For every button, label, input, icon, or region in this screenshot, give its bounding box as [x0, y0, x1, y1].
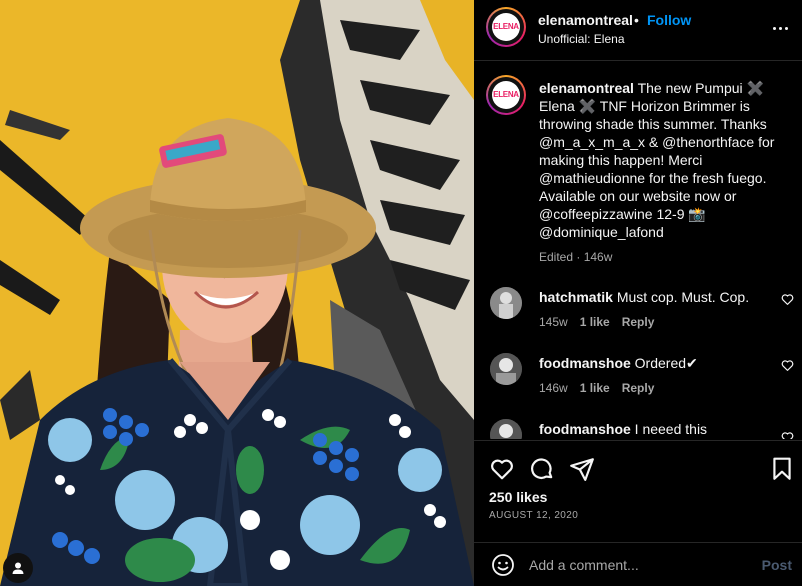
author-avatar[interactable]: ELENA — [486, 7, 526, 47]
post-details-panel: ELENA elenamontreal • Follow Unofficial:… — [474, 0, 802, 586]
comment-text: foodmanshoe Ordered✔ — [539, 355, 698, 372]
comment-heart-icon[interactable] — [781, 293, 794, 306]
caption-author-avatar[interactable]: ELENA — [486, 75, 526, 115]
comment-item: hatchmatik Must cop. Must. Cop. 145w 1 l… — [474, 287, 802, 347]
comment-likes[interactable]: 1 like — [580, 381, 610, 395]
commenter-username[interactable]: hatchmatik — [539, 289, 613, 305]
comment-meta: 146w 1 like Reply — [539, 381, 654, 395]
commenter-avatar-image — [490, 353, 522, 385]
commenter-avatar[interactable] — [490, 353, 522, 385]
commenter-avatar-image — [490, 419, 522, 439]
post-photo[interactable] — [0, 0, 474, 586]
comment-body: Ordered✔ — [634, 355, 698, 371]
reply-button[interactable]: Reply — [622, 381, 655, 395]
comment-item: foodmanshoe Ordered✔ 146w 1 like Reply — [474, 353, 802, 413]
add-comment-bar: Post — [474, 543, 802, 586]
post-date[interactable]: AUGUST 12, 2020 — [489, 510, 578, 521]
photo-image — [0, 0, 474, 586]
avatar-logo: ELENA — [491, 80, 521, 110]
follow-button[interactable]: Follow — [647, 12, 691, 28]
post-comment-button[interactable]: Post — [762, 557, 792, 573]
comment-likes[interactable]: 1 like — [580, 315, 610, 329]
comments-scroll-area[interactable]: ELENA elenamontreal The new Pumpui ✖️ El… — [474, 61, 802, 439]
comment-age: 146w — [539, 381, 568, 395]
bookmark-icon[interactable] — [769, 456, 795, 482]
comment-text: hatchmatik Must cop. Must. Cop. — [539, 289, 749, 305]
reply-button[interactable]: Reply — [622, 315, 655, 329]
likes-count[interactable]: 250 likes — [489, 489, 547, 505]
author-subtitle[interactable]: Unofficial: Elena — [538, 32, 625, 46]
comment-body: Must cop. Must. Cop. — [616, 289, 750, 305]
commenter-avatar[interactable] — [490, 419, 522, 439]
separator-dot: • — [634, 12, 639, 28]
comment-body: I neeed this — [634, 421, 708, 437]
comment-text: foodmanshoe I neeed this — [539, 421, 707, 437]
commenter-avatar-image — [490, 287, 522, 319]
caption: elenamontreal The new Pumpui ✖️ Elena ✖️… — [539, 79, 789, 241]
add-comment-input[interactable] — [529, 553, 739, 577]
comment-age: 145w — [539, 315, 568, 329]
commenter-username[interactable]: foodmanshoe — [539, 355, 631, 371]
comment-meta: 145w 1 like Reply — [539, 315, 654, 329]
commenter-username[interactable]: foodmanshoe — [539, 421, 631, 437]
user-icon — [12, 562, 24, 574]
comment-heart-icon[interactable] — [781, 431, 794, 439]
emoji-icon[interactable] — [491, 553, 515, 577]
caption-meta: Edited · 146w — [539, 250, 613, 264]
heart-icon[interactable] — [489, 456, 515, 482]
comment-icon[interactable] — [529, 456, 555, 482]
caption-body: The new Pumpui ✖️ Elena ✖️ TNF Horizon B… — [539, 80, 775, 240]
comment-item: foodmanshoe I neeed this — [474, 419, 802, 439]
comment-heart-icon[interactable] — [781, 359, 794, 372]
post-header: ELENA elenamontreal • Follow Unofficial:… — [474, 0, 802, 60]
avatar-logo: ELENA — [491, 12, 521, 42]
caption-username[interactable]: elenamontreal — [539, 80, 634, 96]
tagged-users-button[interactable] — [3, 553, 33, 583]
commenter-avatar[interactable] — [490, 287, 522, 319]
more-options-icon[interactable] — [770, 18, 790, 38]
author-username[interactable]: elenamontreal — [538, 12, 633, 28]
share-icon[interactable] — [569, 456, 595, 482]
